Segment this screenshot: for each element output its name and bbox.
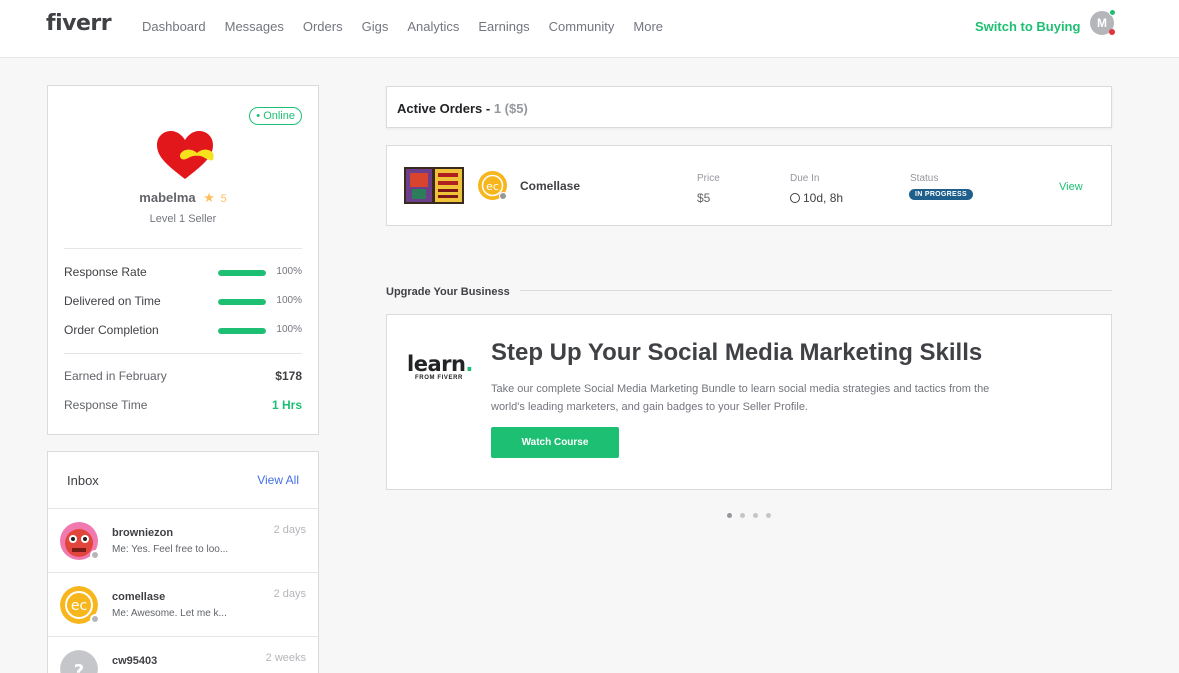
progress-fill (218, 328, 266, 334)
upgrade-section-title: Upgrade Your Business (386, 286, 510, 298)
promo-description: Take our complete Social Media Marketing… (491, 383, 990, 413)
message-time: 2 weeks (265, 652, 306, 664)
sender-avatar: ? (60, 650, 98, 673)
svg-text:?: ? (74, 661, 84, 673)
inbox-title: Inbox (67, 473, 99, 488)
nav-orders[interactable]: Orders (303, 19, 343, 34)
nav-dashboard[interactable]: Dashboard (142, 19, 206, 34)
message-preview: Me: Yes. Feel free to loo... (112, 544, 229, 555)
seller-profile-card: • Online mabelma ★ 5 Level 1 Seller Resp… (47, 85, 319, 435)
view-order-link[interactable]: View (1059, 181, 1083, 193)
divider (64, 353, 302, 354)
notification-dot-icon (1109, 29, 1115, 35)
profile-rating: 5 (220, 193, 227, 205)
star-icon: ★ (203, 190, 215, 205)
order-status-badge: IN PROGRESS (909, 189, 973, 200)
inbox-message-item[interactable]: browniezon Me: Yes. Feel free to loo... … (48, 508, 318, 572)
clock-icon (790, 193, 800, 203)
fiverr-logo[interactable]: fiverr (46, 11, 112, 36)
price-value: $5 (697, 191, 711, 205)
nav-gigs[interactable]: Gigs (362, 19, 389, 34)
nav-more[interactable]: More (633, 19, 663, 34)
nav-messages[interactable]: Messages (225, 19, 284, 34)
online-status-badge[interactable]: • Online (249, 107, 302, 125)
progress-fill (218, 299, 266, 305)
inbox-card: Inbox View All browniezon Me: Yes. Feel … (47, 451, 319, 673)
price-label: Price (697, 173, 720, 184)
seller-status-icon (499, 192, 507, 200)
response-time-label: Response Time (64, 398, 148, 412)
due-value-row: 10d, 8h (790, 191, 843, 205)
watch-course-button[interactable]: Watch Course (491, 427, 619, 458)
profile-name-row: mabelma ★ 5 (48, 190, 318, 206)
offline-status-icon (90, 550, 100, 560)
learn-logo-word: learn (407, 352, 466, 376)
nav-earnings[interactable]: Earnings (478, 19, 529, 34)
stat-response-rate: Response Rate 100% (64, 265, 302, 281)
earned-label: Earned in February (64, 369, 167, 383)
inbox-message-item[interactable]: ? cw95403 2 weeks (48, 636, 318, 673)
active-orders-header[interactable]: Active Orders - 1 ($5) (386, 86, 1112, 128)
seller-level: Level 1 Seller (149, 213, 217, 225)
message-time: 2 days (273, 524, 306, 536)
inbox-message-item[interactable]: ec comellase Me: Awesome. Let me k... 2 … (48, 572, 318, 636)
stat-label: Response Rate (64, 265, 147, 279)
avatar-initial: M (1097, 16, 1107, 30)
response-time-value: 1 Hrs (271, 398, 302, 412)
due-value: 10d, 8h (803, 191, 844, 205)
learn-logo-dot-icon: . (465, 352, 473, 376)
learn-logo: learn. (407, 352, 473, 376)
inbox-view-all-link[interactable]: View All (257, 473, 299, 487)
carousel-dot[interactable] (727, 513, 732, 518)
stat-delivered-on-time: Delivered on Time 100% (64, 294, 302, 310)
carousel-dot[interactable] (753, 513, 758, 518)
due-label: Due In (790, 173, 820, 184)
carousel-dot[interactable] (766, 513, 771, 518)
carousel-pagination (727, 513, 779, 518)
stat-value: 100% (276, 295, 302, 306)
order-row[interactable]: ec Comellase Price $5 Due In 10d, 8h Sta… (386, 145, 1112, 226)
progress-bar (218, 299, 266, 305)
promo-heading: Step Up Your Social Media Marketing Skil… (491, 339, 983, 366)
stat-label: Order Completion (64, 323, 159, 337)
carousel-dot[interactable] (740, 513, 745, 518)
nav-analytics[interactable]: Analytics (407, 19, 459, 34)
active-orders-count: 1 ($5) (493, 101, 528, 116)
order-seller-name[interactable]: Comellase (520, 179, 580, 193)
stat-order-completion: Order Completion 100% (64, 323, 302, 339)
gig-thumbnail (404, 167, 464, 204)
user-avatar-menu[interactable]: M (1090, 9, 1116, 35)
stat-value: 100% (276, 324, 302, 335)
message-sender: cw95403 (112, 655, 158, 667)
profile-username[interactable]: mabelma (139, 190, 195, 205)
svg-text:ec: ec (486, 180, 499, 193)
status-label: Status (910, 173, 939, 184)
section-divider (520, 290, 1112, 291)
online-indicator-icon (1109, 9, 1116, 16)
main-nav: Dashboard Messages Orders Gigs Analytics… (142, 19, 682, 34)
earned-value: $178 (275, 369, 302, 383)
svg-text:ec: ec (71, 598, 87, 614)
message-preview: Me: Awesome. Let me k... (112, 608, 227, 619)
learn-promo-card: learn. FROM FIVERR Step Up Your Social M… (386, 314, 1112, 490)
learn-logo-subtitle: FROM FIVERR (415, 375, 463, 381)
switch-to-buying-link[interactable]: Switch to Buying (975, 19, 1080, 34)
stat-value: 100% (276, 266, 302, 277)
progress-bar (218, 328, 266, 334)
active-orders-title: Active Orders - 1 ($5) (397, 101, 528, 116)
top-navigation-bar: fiverr Dashboard Messages Orders Gigs An… (0, 0, 1179, 58)
message-sender: comellase (112, 591, 166, 603)
divider (64, 248, 302, 249)
message-time: 2 days (273, 588, 306, 600)
progress-fill (218, 270, 266, 276)
profile-picture[interactable] (155, 131, 215, 181)
progress-bar (218, 270, 266, 276)
message-sender: browniezon (112, 527, 174, 539)
stat-label: Delivered on Time (64, 294, 161, 308)
nav-community[interactable]: Community (549, 19, 615, 34)
active-orders-label: Active Orders - (397, 101, 494, 116)
offline-status-icon (90, 614, 100, 624)
